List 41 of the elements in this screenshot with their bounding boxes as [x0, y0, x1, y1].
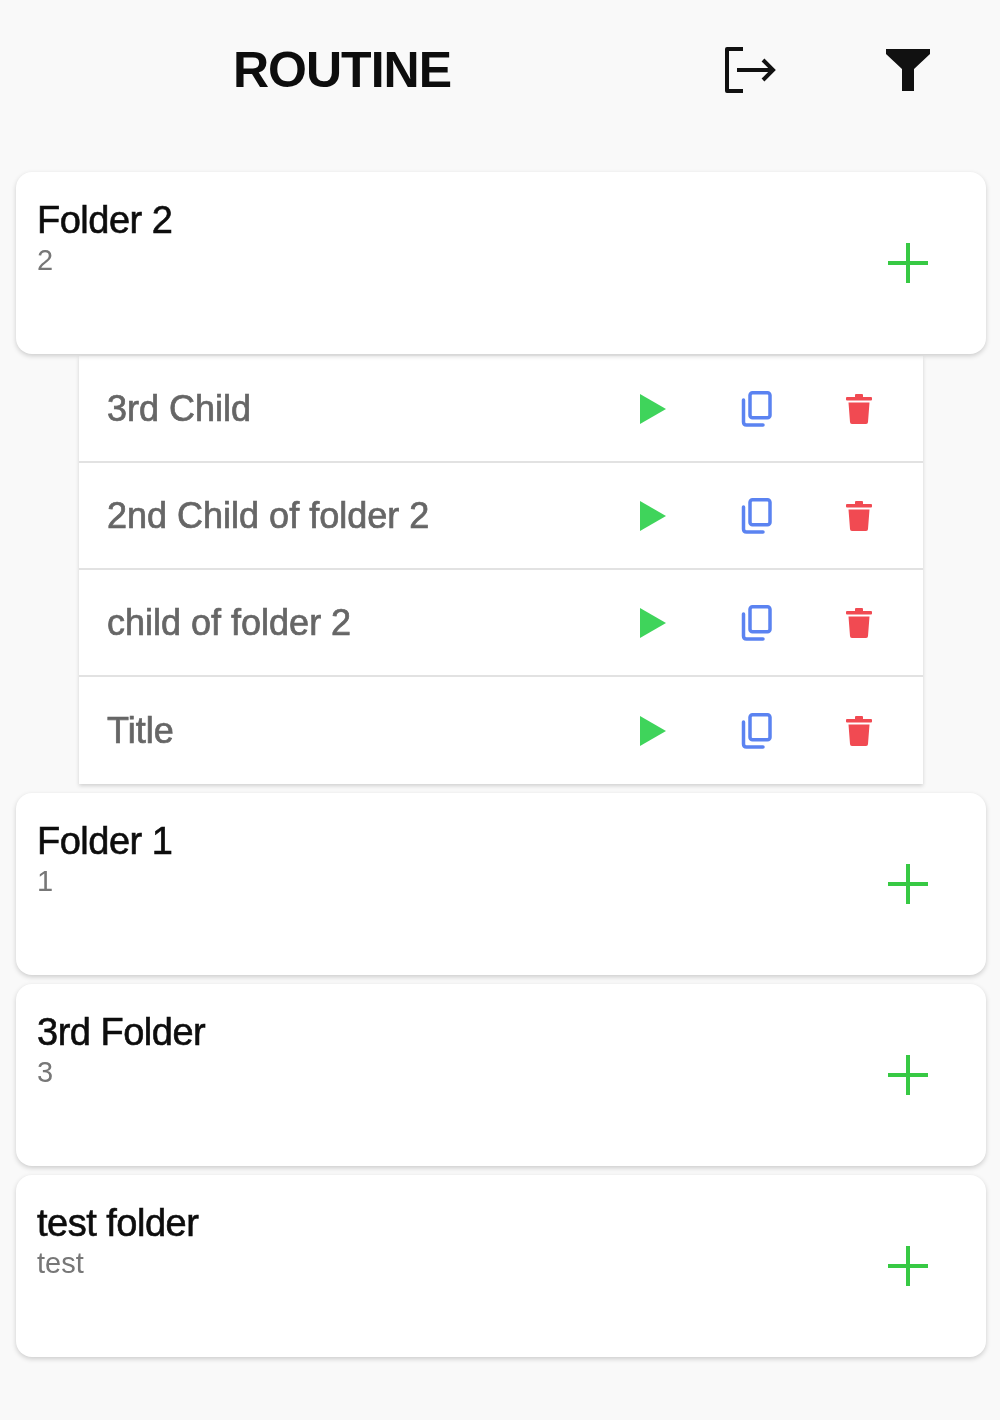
routine-title[interactable]: 2nd Child of folder 2 — [107, 494, 572, 537]
trash-icon — [846, 607, 872, 638]
add-button[interactable] — [888, 864, 928, 904]
routine-title[interactable]: child of folder 2 — [107, 601, 572, 644]
copy-icon — [740, 497, 772, 534]
plus-icon — [888, 864, 928, 904]
plus-icon — [888, 1246, 928, 1286]
folder-subtitle: 3 — [37, 1055, 54, 1089]
logout-button[interactable] — [723, 47, 777, 93]
play-icon — [640, 715, 666, 746]
trash-icon — [846, 393, 872, 424]
copy-icon — [740, 604, 772, 641]
trash-icon — [846, 715, 872, 746]
plus-icon — [888, 243, 928, 283]
folder-card[interactable]: 3rd Folder 3 — [16, 984, 986, 1166]
copy-icon — [740, 712, 772, 749]
folder-title: Folder 2 — [37, 198, 173, 243]
folder-card[interactable]: test folder test — [16, 1175, 986, 1357]
trash-icon — [846, 500, 872, 531]
routine-title[interactable]: Title — [107, 709, 572, 752]
folder-title: Folder 1 — [37, 819, 173, 864]
add-button[interactable] — [888, 1055, 928, 1095]
folder-card[interactable]: Folder 1 1 — [16, 793, 986, 975]
folder-subtitle: 2 — [37, 243, 54, 277]
logout-icon — [723, 47, 777, 93]
folder-subtitle: test — [37, 1246, 84, 1280]
add-button[interactable] — [888, 243, 928, 283]
play-icon — [640, 607, 666, 638]
play-icon — [640, 500, 666, 531]
filter-button[interactable] — [886, 49, 930, 91]
folder-title: 3rd Folder — [37, 1010, 206, 1055]
folder-title: test folder — [37, 1201, 199, 1246]
folder-subtitle: 1 — [37, 864, 54, 898]
folder-card[interactable]: Folder 2 2 — [16, 172, 986, 354]
routine-title[interactable]: 3rd Child — [107, 387, 572, 430]
copy-icon — [740, 390, 772, 427]
page-title: ROUTINE — [233, 45, 451, 95]
filter-icon — [886, 49, 930, 91]
play-icon — [640, 393, 666, 424]
add-button[interactable] — [888, 1246, 928, 1286]
plus-icon — [888, 1055, 928, 1095]
